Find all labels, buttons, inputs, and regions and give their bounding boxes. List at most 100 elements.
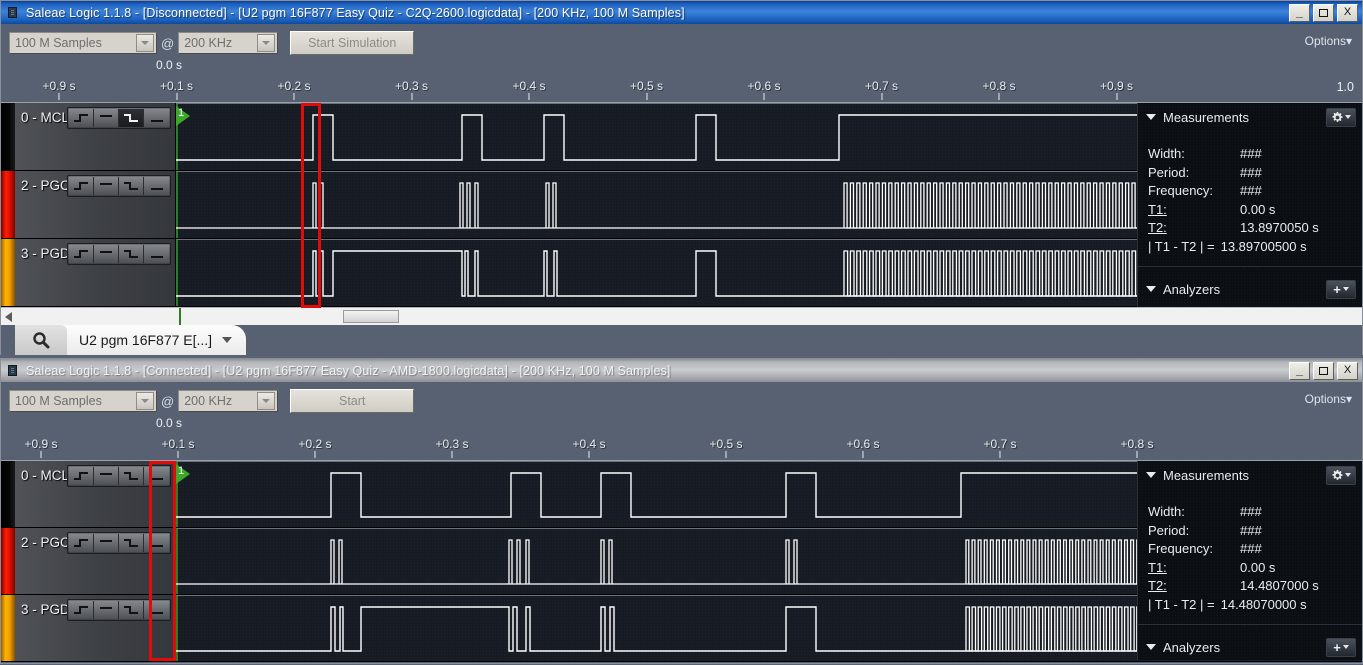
trigger-low-icon[interactable] bbox=[144, 601, 169, 619]
close-button[interactable]: X bbox=[1337, 362, 1358, 380]
channel-label-pgc[interactable]: 2 - PGC bbox=[15, 171, 176, 238]
start-button[interactable]: Start bbox=[290, 389, 414, 413]
minimize-button[interactable]: _ bbox=[1289, 362, 1310, 380]
trigger-high-icon[interactable] bbox=[94, 534, 119, 552]
channel-label-pgc[interactable]: 2 - PGC bbox=[15, 528, 176, 594]
trigger-low-icon[interactable] bbox=[144, 467, 169, 485]
trigger-falling-edge-icon[interactable] bbox=[119, 467, 144, 485]
measurement-delta-key: | T1 - T2 | = bbox=[1148, 596, 1215, 615]
sample-count-select[interactable]: 100 M Samples bbox=[9, 32, 157, 54]
logic-window-1: Saleae Logic 1.1.8 - [Disconnected] - [U… bbox=[0, 0, 1363, 356]
scrollbar-thumb[interactable] bbox=[343, 310, 399, 323]
chevron-down-icon[interactable] bbox=[1146, 644, 1156, 650]
analyzers-header[interactable]: Analyzers + bbox=[1138, 633, 1362, 661]
scroll-left-arrow-icon[interactable] bbox=[5, 312, 12, 322]
app-icon bbox=[5, 5, 20, 20]
sample-count-select[interactable]: 100 M Samples bbox=[9, 390, 157, 412]
measurements-header[interactable]: Measurements bbox=[1138, 103, 1362, 131]
channel-label-mclr[interactable]: 0 - MCLR bbox=[15, 461, 176, 527]
trigger-rising-edge-icon[interactable] bbox=[69, 601, 94, 619]
trigger-rising-edge-icon[interactable] bbox=[69, 467, 94, 485]
options-menu[interactable]: Options▾ bbox=[1305, 392, 1352, 406]
options-label: Options bbox=[1305, 34, 1346, 48]
ruler-tick: +0.4 s bbox=[512, 80, 545, 100]
trigger-rising-edge-icon[interactable] bbox=[69, 245, 94, 263]
trigger-buttons-mclr bbox=[67, 107, 171, 129]
trigger-high-icon[interactable] bbox=[94, 601, 119, 619]
channel-label-mclr[interactable]: 0 - MCLR bbox=[15, 103, 176, 170]
trigger-rising-edge-icon[interactable] bbox=[69, 177, 94, 195]
panel-divider bbox=[1138, 266, 1362, 267]
trigger-rising-edge-icon[interactable] bbox=[69, 109, 94, 127]
window-1-controls: _ X bbox=[1289, 4, 1360, 22]
measurement-row: Frequency:### bbox=[1148, 182, 1362, 201]
ruler-tick: +0.5 s bbox=[630, 80, 663, 100]
measurement-value: ### bbox=[1240, 145, 1262, 164]
sample-rate-select[interactable]: 200 KHz bbox=[178, 32, 278, 54]
window-1-toolbar: 100 M Samples @ 200 KHz Start Simulation… bbox=[1, 24, 1362, 58]
chevron-down-icon[interactable] bbox=[136, 34, 154, 52]
window-1-titlebar[interactable]: Saleae Logic 1.1.8 - [Disconnected] - [U… bbox=[0, 0, 1363, 24]
measurements-header[interactable]: Measurements bbox=[1138, 461, 1362, 489]
maximize-button[interactable] bbox=[1313, 4, 1334, 22]
trigger-low-icon[interactable] bbox=[144, 534, 169, 552]
start-simulation-button[interactable]: Start Simulation bbox=[290, 31, 414, 55]
measurement-row: Width:### bbox=[1148, 503, 1362, 522]
trigger-high-icon[interactable] bbox=[94, 109, 119, 127]
trigger-rising-edge-icon[interactable] bbox=[69, 534, 94, 552]
window-1-time-ruler[interactable]: 0.0 s 1.0 +0.9 s+0.1 s+0.2 s+0.3 s+0.4 s… bbox=[1, 58, 1362, 102]
window-1-horizontal-scrollbar[interactable] bbox=[1, 307, 1362, 325]
trigger-high-icon[interactable] bbox=[94, 177, 119, 195]
trigger-high-icon[interactable] bbox=[94, 245, 119, 263]
magnifier-icon[interactable] bbox=[15, 325, 67, 355]
window-2-graph: 0 - MCLR 1 2 bbox=[1, 460, 1362, 660]
trigger-falling-edge-icon[interactable] bbox=[119, 109, 144, 127]
window-2-titlebar[interactable]: Saleae Logic 1.1.8 - [Connected] - [U2 p… bbox=[0, 358, 1363, 382]
chevron-down-icon[interactable] bbox=[222, 337, 232, 343]
sample-rate-value: 200 KHz bbox=[184, 394, 232, 408]
analyzers-header[interactable]: Analyzers + bbox=[1138, 275, 1362, 303]
measurement-delta-row: | T1 - T2 | =13.89700500 s bbox=[1148, 238, 1362, 257]
measurement-key: T2: bbox=[1148, 219, 1240, 238]
ruler-tick: +0.7 s bbox=[983, 438, 1016, 458]
measurements-settings-button[interactable] bbox=[1326, 108, 1356, 127]
channel-label-pgd[interactable]: 3 - PGD bbox=[15, 239, 176, 306]
measurement-key: T1: bbox=[1148, 201, 1240, 220]
trigger-falling-edge-icon[interactable] bbox=[119, 601, 144, 619]
measurement-value: ### bbox=[1240, 503, 1262, 522]
channel-color-stripe-pgd bbox=[1, 239, 15, 306]
trigger-high-icon[interactable] bbox=[94, 467, 119, 485]
channel-label-pgd[interactable]: 3 - PGD bbox=[15, 595, 176, 661]
measurement-row: Frequency:### bbox=[1148, 540, 1362, 559]
capture-tab[interactable]: U2 pgm 16F877 E[...] bbox=[15, 325, 246, 355]
trigger-low-icon[interactable] bbox=[144, 245, 169, 263]
channel-color-stripe-pgc bbox=[1, 528, 15, 594]
trigger-marker-label: 1 bbox=[178, 107, 184, 119]
trigger-falling-edge-icon[interactable] bbox=[119, 177, 144, 195]
chevron-down-icon[interactable] bbox=[136, 392, 154, 410]
trigger-falling-edge-icon[interactable] bbox=[119, 534, 144, 552]
trigger-buttons-pgc bbox=[67, 532, 171, 554]
sample-rate-select[interactable]: 200 KHz bbox=[178, 390, 278, 412]
measurement-key: T1: bbox=[1148, 559, 1240, 578]
channel-name-pgc: 2 - PGC bbox=[21, 178, 70, 193]
chevron-down-icon[interactable] bbox=[257, 392, 275, 410]
chevron-down-icon[interactable] bbox=[1146, 286, 1156, 292]
trigger-falling-edge-icon[interactable] bbox=[119, 245, 144, 263]
add-analyzer-button[interactable]: + bbox=[1326, 280, 1356, 299]
trigger-low-icon[interactable] bbox=[144, 109, 169, 127]
add-analyzer-button[interactable]: + bbox=[1326, 638, 1356, 657]
gear-icon bbox=[1332, 112, 1343, 123]
maximize-button[interactable] bbox=[1313, 362, 1334, 380]
minimize-button[interactable]: _ bbox=[1289, 4, 1310, 22]
chevron-down-icon[interactable] bbox=[1146, 114, 1156, 120]
sample-count-value: 100 M Samples bbox=[15, 394, 102, 408]
window-2-time-ruler[interactable]: 0.0 s +0.9 s+0.1 s+0.2 s+0.3 s+0.4 s+0.5… bbox=[1, 416, 1362, 460]
chevron-down-icon[interactable] bbox=[257, 34, 275, 52]
trigger-low-icon[interactable] bbox=[144, 177, 169, 195]
measurements-settings-button[interactable] bbox=[1326, 466, 1356, 485]
chevron-down-icon[interactable] bbox=[1146, 472, 1156, 478]
options-menu[interactable]: Options▾ bbox=[1305, 34, 1352, 48]
close-button[interactable]: X bbox=[1337, 4, 1358, 22]
measurement-value: 14.4807000 s bbox=[1240, 577, 1319, 596]
